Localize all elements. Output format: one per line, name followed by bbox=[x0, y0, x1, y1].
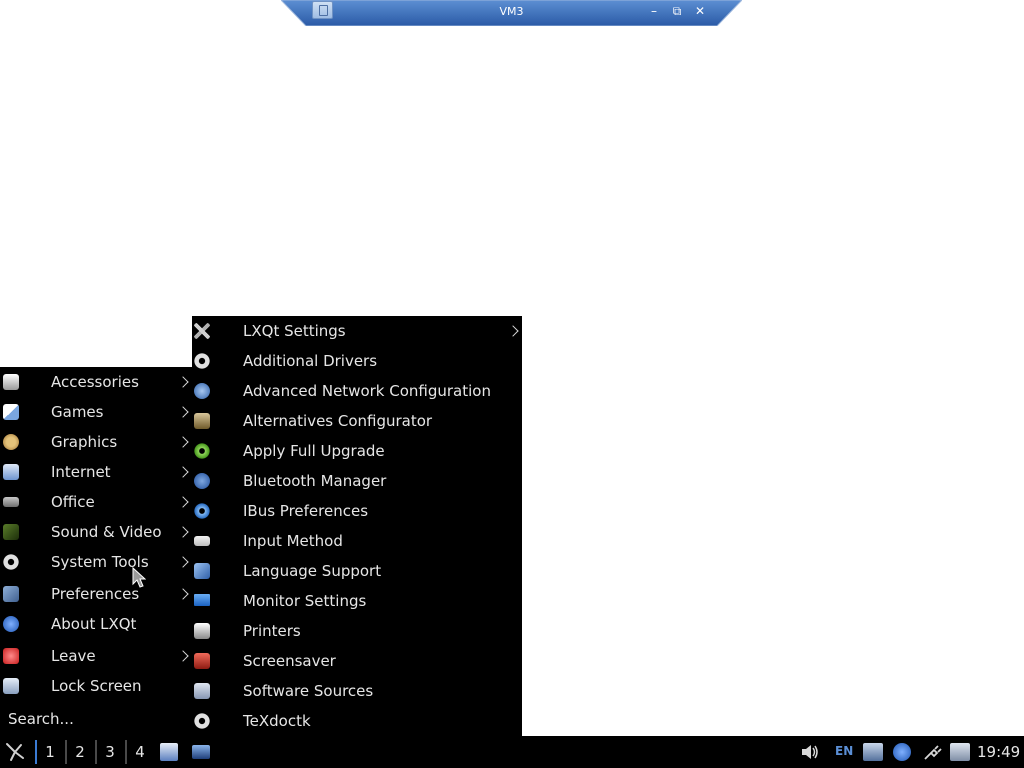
minimize-button[interactable]: – bbox=[645, 3, 663, 19]
chevron-right-icon bbox=[177, 496, 189, 508]
power-icon bbox=[3, 648, 19, 664]
submenu-item-monitor-settings[interactable]: Monitor Settings bbox=[192, 586, 522, 616]
ibus-gear-icon bbox=[194, 503, 210, 519]
menu-item-games[interactable]: Games bbox=[0, 397, 192, 427]
software-sources-icon bbox=[194, 683, 210, 699]
submenu-item-language-support[interactable]: Language Support bbox=[192, 556, 522, 586]
upgrade-gear-icon bbox=[194, 443, 210, 459]
network-icon bbox=[194, 383, 210, 399]
desktop-4-button[interactable]: 4 bbox=[127, 740, 153, 764]
submenu-item-lxqt-settings[interactable]: LXQt Settings bbox=[192, 316, 522, 346]
update-notification-icon[interactable] bbox=[893, 743, 911, 761]
gear-icon bbox=[194, 353, 210, 369]
submenu-item-software-sources[interactable]: Software Sources bbox=[192, 676, 522, 706]
desktop-2-button[interactable]: 2 bbox=[67, 740, 93, 764]
alternatives-icon bbox=[194, 413, 210, 429]
submenu-item-apply-full-upgrade[interactable]: Apply Full Upgrade bbox=[192, 436, 522, 466]
chevron-right-icon bbox=[507, 325, 519, 337]
menu-item-about-lxqt[interactable]: About LXQt bbox=[0, 609, 192, 639]
submenu-item-ibus-preferences[interactable]: IBus Preferences bbox=[192, 496, 522, 526]
lock-icon bbox=[3, 678, 19, 694]
games-icon bbox=[3, 404, 19, 420]
network-tray-icon[interactable] bbox=[863, 743, 883, 761]
submenu-item-alternatives-configurator[interactable]: Alternatives Configurator bbox=[192, 406, 522, 436]
show-desktop-icon[interactable] bbox=[192, 745, 210, 759]
submenu-item-texdoctk[interactable]: TeXdoctk bbox=[192, 706, 522, 736]
screensaver-icon bbox=[194, 653, 210, 669]
menu-item-accessories[interactable]: Accessories bbox=[0, 367, 192, 397]
desktop-3-button[interactable]: 3 bbox=[97, 740, 123, 764]
language-icon bbox=[194, 563, 210, 579]
sound-video-icon bbox=[3, 524, 19, 540]
graphics-icon bbox=[3, 434, 19, 450]
file-manager-launcher-icon[interactable] bbox=[160, 743, 178, 761]
submenu-item-input-method[interactable]: Input Method bbox=[192, 526, 522, 556]
gear-icon bbox=[194, 713, 210, 729]
taskbar: 1 2 3 4 EN 19:49 bbox=[0, 736, 1024, 768]
menu-item-sound-video[interactable]: Sound & Video bbox=[0, 517, 192, 547]
bluetooth-icon bbox=[194, 473, 210, 489]
internet-icon bbox=[3, 464, 19, 480]
menu-item-office[interactable]: Office bbox=[0, 487, 192, 517]
volume-icon[interactable] bbox=[800, 743, 820, 761]
keyboard-icon bbox=[194, 536, 210, 546]
chevron-right-icon bbox=[177, 588, 189, 600]
chevron-right-icon bbox=[177, 436, 189, 448]
mouse-cursor-icon bbox=[132, 567, 146, 588]
menu-search-input[interactable]: Search... bbox=[8, 706, 74, 732]
main-menu-button[interactable] bbox=[2, 739, 28, 765]
close-button[interactable]: ✕ bbox=[691, 3, 709, 19]
computer-tray-icon[interactable] bbox=[950, 743, 970, 761]
main-menu: Accessories Games Graphics Internet Offi… bbox=[0, 367, 192, 736]
submenu-item-printers[interactable]: Printers bbox=[192, 616, 522, 646]
chevron-right-icon bbox=[177, 376, 189, 388]
chevron-right-icon bbox=[177, 466, 189, 478]
power-plug-icon[interactable] bbox=[922, 743, 942, 761]
printer-icon bbox=[194, 623, 210, 639]
info-icon bbox=[3, 616, 19, 632]
system-tools-submenu: LXQt Settings Additional Drivers Advance… bbox=[192, 316, 522, 736]
chevron-right-icon bbox=[177, 406, 189, 418]
menu-item-lock-screen[interactable]: Lock Screen bbox=[0, 671, 192, 701]
menu-item-internet[interactable]: Internet bbox=[0, 457, 192, 487]
menu-item-system-tools[interactable]: System Tools bbox=[0, 547, 192, 577]
menu-item-leave[interactable]: Leave bbox=[0, 641, 192, 671]
submenu-item-advanced-network[interactable]: Advanced Network Configuration bbox=[192, 376, 522, 406]
submenu-item-additional-drivers[interactable]: Additional Drivers bbox=[192, 346, 522, 376]
accessories-icon bbox=[3, 374, 19, 390]
monitor-icon bbox=[194, 594, 210, 606]
menu-item-preferences[interactable]: Preferences bbox=[0, 579, 192, 609]
keyboard-layout-indicator[interactable]: EN bbox=[835, 744, 853, 758]
restore-button[interactable]: ⧉ bbox=[668, 3, 686, 19]
submenu-item-bluetooth-manager[interactable]: Bluetooth Manager bbox=[192, 466, 522, 496]
chevron-right-icon bbox=[177, 526, 189, 538]
clock[interactable]: 19:49 bbox=[977, 740, 1020, 764]
office-icon bbox=[3, 497, 19, 507]
preferences-icon bbox=[3, 586, 19, 602]
remote-desktop-bar: VM3 – ⧉ ✕ bbox=[281, 0, 742, 26]
submenu-item-screensaver[interactable]: Screensaver bbox=[192, 646, 522, 676]
tools-icon bbox=[194, 323, 210, 339]
chevron-right-icon bbox=[177, 650, 189, 662]
chevron-right-icon bbox=[177, 556, 189, 568]
menu-item-graphics[interactable]: Graphics bbox=[0, 427, 192, 457]
gear-icon bbox=[3, 554, 19, 570]
desktop-1-button[interactable]: 1 bbox=[37, 740, 63, 764]
